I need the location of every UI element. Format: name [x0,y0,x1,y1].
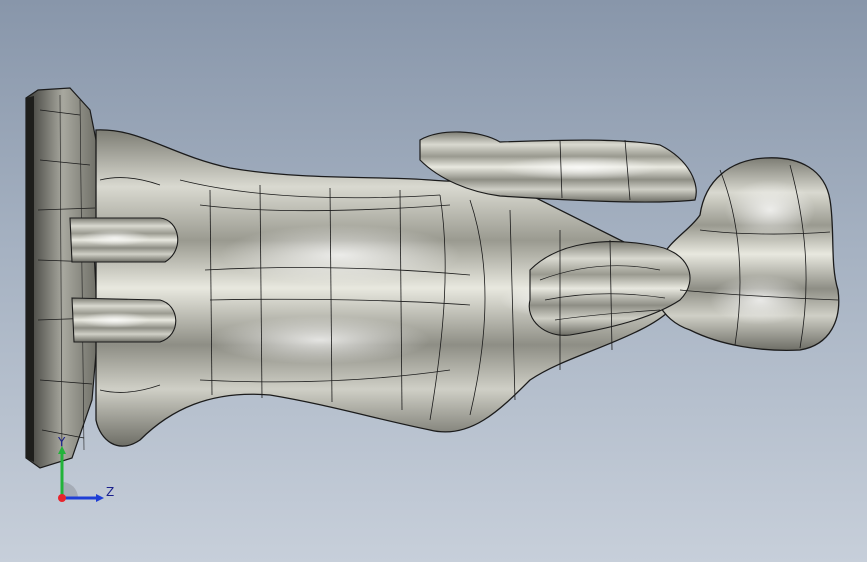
cad-3d-viewport[interactable]: Y Z [0,0,867,562]
z-axis-arrow-icon [96,494,104,502]
coordinate-triad-icon: Y Z [57,436,114,502]
y-axis-label: Y [57,436,66,449]
statue-base [25,87,101,469]
statue-3d-model[interactable] [0,0,867,562]
x-axis-dot-icon [58,494,66,502]
statue-beard [528,241,691,336]
z-axis-label: Z [106,485,114,499]
